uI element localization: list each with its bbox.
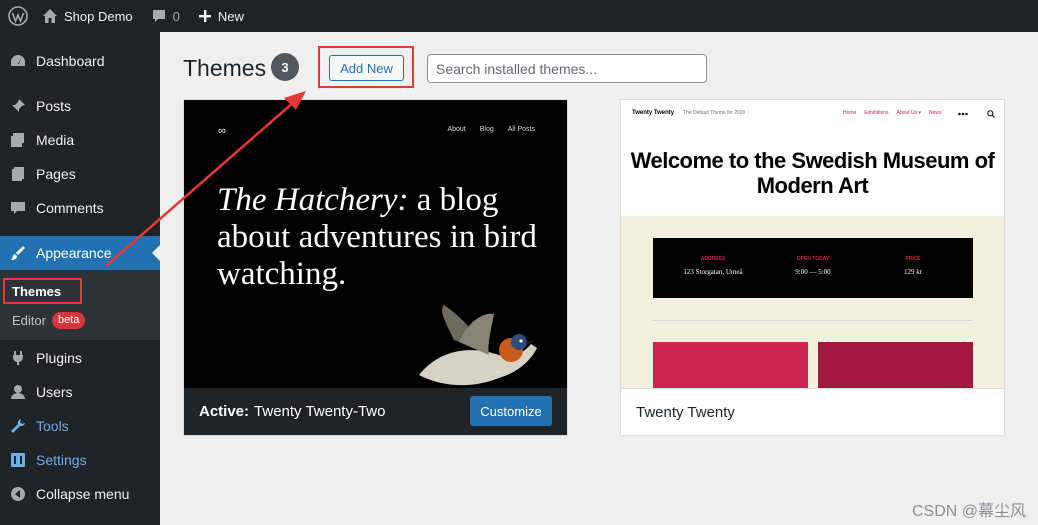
nav-item: About — [447, 126, 466, 133]
info-label: ADDRESS — [700, 256, 726, 262]
headline-italic: The Hatchery: — [217, 182, 409, 218]
brush-icon — [0, 244, 36, 262]
screenshot-image-left — [653, 342, 808, 388]
menu-media[interactable]: Media — [0, 123, 160, 157]
menu-users[interactable]: Users — [0, 375, 160, 409]
hatchery-logo-icon: ∞ — [218, 125, 226, 137]
screenshot-tagline: The Default Theme for 2020 — [683, 110, 746, 116]
info-hours: OPEN TODAY 9:00 — 5:00 — [763, 256, 863, 276]
nav-item: News — [929, 110, 942, 116]
submenu-editor[interactable]: Editor beta — [12, 312, 86, 329]
comment-icon — [152, 10, 165, 22]
menu-plugins[interactable]: Plugins — [0, 341, 160, 375]
comments-link[interactable]: 0 — [141, 0, 188, 32]
menu-label: Tools — [36, 418, 69, 434]
menu-label: Users — [36, 384, 73, 400]
nav-item: Home — [843, 110, 857, 116]
theme-card-twenty-twenty-two[interactable]: ∞ About Blog All Posts The Hatchery: a b… — [183, 99, 568, 436]
menu-label: Dashboard — [36, 53, 105, 69]
comments-count: 0 — [172, 8, 180, 24]
menu-settings[interactable]: Settings — [0, 443, 160, 477]
menu-label: Media — [36, 132, 75, 148]
theme-name: Twenty Twenty-Two — [254, 403, 386, 420]
plus-icon — [198, 10, 211, 22]
site-name-link[interactable]: Shop Demo — [36, 0, 141, 32]
media-icon — [0, 131, 36, 149]
theme-count-badge: 3 — [271, 53, 299, 81]
nav-item: All Posts — [507, 126, 535, 133]
info-address: ADDRESS 123 Storgatan, Umeå — [663, 256, 763, 276]
screenshot-nav: About Blog All Posts — [447, 126, 535, 133]
new-content-link[interactable]: New — [188, 0, 252, 32]
new-label: New — [217, 8, 244, 24]
admin-bar: Shop Demo 0 New — [0, 0, 1038, 32]
theme-name: Twenty Twenty — [636, 403, 735, 421]
screenshot-image-right — [818, 342, 973, 388]
wrench-icon — [0, 417, 36, 435]
menu-pages[interactable]: Pages — [0, 157, 160, 191]
menu-appearance[interactable]: Appearance — [0, 236, 160, 270]
screenshot-header: Twenty Twenty The Default Theme for 2020… — [621, 100, 1004, 130]
pin-icon — [0, 97, 36, 115]
theme-screenshot[interactable]: Twenty Twenty The Default Theme for 2020… — [621, 100, 1004, 388]
nav-item: About Us ▾ — [896, 110, 921, 116]
menu-dots-icon — [958, 112, 968, 116]
info-label: OPEN TODAY — [796, 256, 830, 262]
menu-label: Plugins — [36, 350, 82, 366]
menu-label: Comments — [36, 200, 104, 216]
menu-label: Settings — [36, 452, 87, 468]
screenshot-title: Welcome to the Swedish Museum of Modern … — [630, 148, 995, 198]
active-label: Active: — [199, 403, 250, 420]
theme-footer: Twenty Twenty — [621, 388, 1004, 435]
bird-illustration — [419, 305, 537, 386]
wordpress-logo-icon[interactable] — [0, 0, 36, 32]
comment-icon — [0, 199, 36, 217]
dashboard-icon — [0, 52, 36, 70]
submenu-label: Editor — [12, 313, 46, 328]
search-themes-input[interactable] — [427, 54, 707, 83]
plug-icon — [0, 349, 36, 367]
page-title: Themes — [183, 55, 267, 81]
settings-icon — [0, 451, 36, 469]
user-icon — [0, 383, 36, 401]
add-new-highlight-box — [318, 46, 414, 88]
menu-label: Appearance — [36, 245, 112, 261]
collapse-icon — [0, 485, 36, 503]
info-price: PRICE 129 kr — [863, 256, 963, 276]
info-value: 123 Storgatan, Umeå — [683, 268, 743, 276]
menu-tools[interactable]: Tools — [0, 409, 160, 443]
info-value: 129 kr — [903, 268, 923, 276]
screenshot-nav: Home Exhibitions About Us ▾ News — [843, 110, 942, 116]
themes-highlight-box — [3, 278, 82, 304]
info-label: PRICE — [905, 256, 921, 262]
menu-posts[interactable]: Posts — [0, 89, 160, 123]
menu-dashboard[interactable]: Dashboard — [0, 44, 160, 78]
watermark: CSDN @幕尘风 — [911, 503, 1026, 520]
theme-screenshot[interactable]: ∞ About Blog All Posts The Hatchery: a b… — [184, 100, 567, 388]
beta-badge: beta — [51, 312, 86, 329]
customize-button[interactable]: Customize — [470, 396, 552, 426]
site-name: Shop Demo — [64, 8, 133, 24]
menu-comments[interactable]: Comments — [0, 191, 160, 225]
pages-icon — [0, 165, 36, 183]
theme-footer-active: Active: Twenty Twenty-Two Customize — [184, 388, 567, 435]
info-box: ADDRESS 123 Storgatan, Umeå OPEN TODAY 9… — [653, 238, 973, 298]
nav-item: Blog — [479, 126, 494, 133]
info-value: 9:00 — 5:00 — [795, 268, 831, 276]
menu-label: Collapse menu — [36, 486, 130, 502]
menu-collapse[interactable]: Collapse menu — [0, 477, 160, 511]
theme-card-twenty-twenty[interactable]: Twenty Twenty The Default Theme for 2020… — [620, 99, 1005, 436]
menu-label: Pages — [36, 166, 76, 182]
home-icon — [43, 9, 57, 23]
menu-label: Posts — [36, 98, 72, 114]
search-icon — [987, 110, 995, 118]
screenshot-body: ADDRESS 123 Storgatan, Umeå OPEN TODAY 9… — [621, 216, 1004, 388]
screenshot-site-name: Twenty Twenty — [632, 110, 675, 116]
nav-item: Exhibitions — [864, 110, 889, 116]
screenshot-headline: The Hatchery: a blog about adventures in… — [217, 182, 537, 293]
divider — [653, 320, 973, 321]
